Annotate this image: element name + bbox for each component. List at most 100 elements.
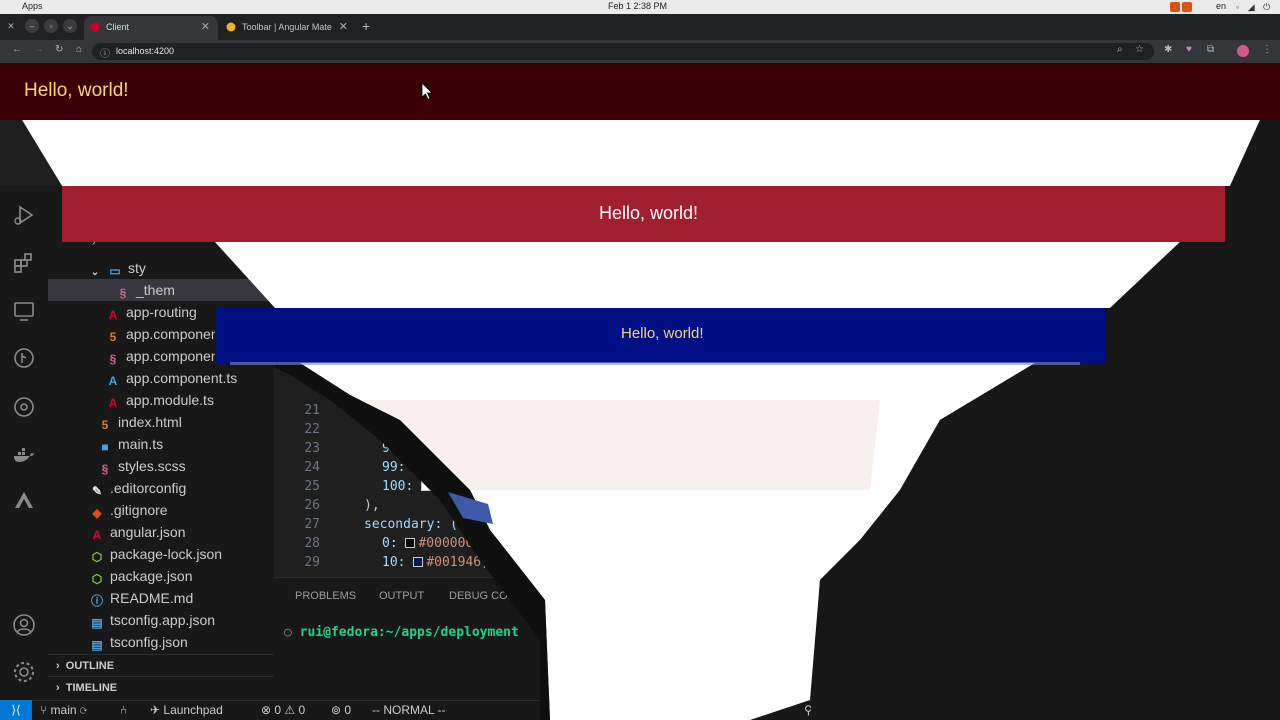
- warning-count: 0: [298, 703, 306, 717]
- new-terminal-icon[interactable]: +⌄: [1157, 586, 1177, 603]
- maximize-panel-icon[interactable]: ⌃: [1224, 586, 1235, 602]
- problems-indicator[interactable]: ⊗ 0 ⚠ 0: [261, 703, 305, 717]
- extension-icon[interactable]: ✱: [1164, 44, 1172, 55]
- file-readme-md[interactable]: ⓘ README.md: [90, 587, 193, 609]
- extensions-icon[interactable]: [12, 251, 36, 275]
- folder-styles[interactable]: ⌄ ▭ sty: [88, 257, 146, 279]
- browser-menu-icon[interactable]: ⋮: [1262, 44, 1272, 55]
- close-panel-icon[interactable]: ✕: [1251, 586, 1262, 602]
- terminal-name: ng: [1184, 617, 1200, 632]
- file-app-component-html[interactable]: 5 app.component.: [106, 323, 227, 345]
- run-debug-icon[interactable]: [12, 203, 36, 227]
- file-gitignore[interactable]: ◆ .gitignore: [90, 499, 167, 521]
- terminal-prompt[interactable]: ○ rui@fedora:~/apps/deployment: [284, 625, 519, 640]
- tab-output[interactable]: OUTPUT: [379, 590, 424, 602]
- remote-indicator-icon[interactable]: ⟩⟨: [0, 700, 32, 720]
- file-editorconfig[interactable]: ✎ .editorconfig: [90, 477, 186, 499]
- timeline-section[interactable]: › TIMELINE: [48, 676, 274, 698]
- encoding[interactable]: UTF-8: [1120, 703, 1154, 717]
- file-package-json[interactable]: ⬡ package.json: [90, 565, 193, 587]
- activity-bar: [0, 63, 48, 700]
- launchpad-button[interactable]: ✈ Launchpad: [150, 703, 223, 717]
- site-info-icon[interactable]: ⓘ: [100, 45, 110, 60]
- line-number: 28: [304, 536, 320, 551]
- tab-client[interactable]: Client ✕: [84, 16, 218, 40]
- extension-heart-icon[interactable]: ♥: [1186, 44, 1192, 55]
- file-tsconfig-app-json[interactable]: ▤ tsconfig.app.json: [90, 609, 215, 631]
- docker-icon[interactable]: [12, 443, 36, 467]
- terminal-ng[interactable]: ⬢ ng client: [1160, 614, 1280, 636]
- more-actions-icon[interactable]: ···: [1197, 586, 1211, 602]
- git-graph-icon[interactable]: [12, 346, 36, 370]
- tab-title: Client: [106, 22, 130, 32]
- system-tray-icons[interactable]: ◦ ◢ ⏻: [1236, 2, 1273, 13]
- tab-problems[interactable]: PROBLEMS: [295, 590, 356, 602]
- profile-avatar[interactable]: [1237, 45, 1249, 57]
- keyboard-layout[interactable]: en: [1216, 1, 1226, 11]
- indentation[interactable]: Spaces: 2: [1047, 703, 1100, 717]
- close-tab-icon[interactable]: ✕: [339, 20, 348, 33]
- zoom-icon[interactable]: ⌕: [1117, 44, 1123, 55]
- code-editor[interactable]: [274, 63, 1280, 577]
- new-tab-icon[interactable]: +: [362, 18, 370, 34]
- source-control-icon[interactable]: [12, 156, 36, 180]
- address-bar[interactable]: ⓘ localhost:4200: [92, 43, 1154, 60]
- close-tab-icon[interactable]: ✕: [201, 20, 210, 33]
- info-icon: ⓘ: [90, 594, 103, 608]
- color-swatch[interactable]: [413, 557, 424, 567]
- tab-toolbar-docs[interactable]: Toolbar | Angular Mate ✕: [220, 16, 356, 40]
- color-swatch[interactable]: [421, 481, 432, 491]
- minimize-window-icon[interactable]: –: [25, 19, 39, 33]
- settings-gear-icon[interactable]: [12, 660, 36, 684]
- line-number: 24: [304, 460, 320, 475]
- file-tsconfig-json[interactable]: ▤ tsconfig.json: [90, 631, 188, 653]
- branch-indicator[interactable]: ⑂ main ⟳: [40, 703, 87, 717]
- back-icon[interactable]: ←: [12, 44, 22, 55]
- maximize-window-icon[interactable]: ▫: [44, 19, 58, 33]
- stop-record-icon[interactable]: [1182, 2, 1192, 12]
- remote-explorer-icon[interactable]: [12, 299, 36, 323]
- file-styles-scss[interactable]: § styles.scss: [98, 455, 186, 477]
- launchpad-label: Launchpad: [163, 703, 223, 717]
- commit-icon: ⚲: [804, 703, 816, 717]
- angular-console-icon[interactable]: [12, 490, 36, 514]
- bookmark-star-icon[interactable]: ☆: [1135, 44, 1144, 55]
- system-clock[interactable]: Feb 1 2:38 PM: [608, 1, 667, 11]
- account-icon[interactable]: [12, 613, 36, 637]
- line-endings[interactable]: LF: [1172, 703, 1186, 717]
- file-app-routing[interactable]: Aapp-routing: [106, 301, 197, 323]
- url-text: localhost:4200: [116, 46, 175, 56]
- apps-menu[interactable]: Apps: [22, 1, 43, 11]
- file-label: index.html: [118, 414, 182, 430]
- git-graph-status-icon[interactable]: ⑃: [120, 703, 127, 717]
- language-mode[interactable]: SCSS: [1203, 703, 1236, 717]
- close-window-icon[interactable]: ✕: [4, 19, 18, 33]
- gitlens-icon[interactable]: [12, 395, 36, 419]
- file-app-component-ts[interactable]: Aapp.component.ts: [106, 367, 238, 389]
- ports-count: 0: [344, 703, 352, 717]
- color-swatch[interactable]: [405, 538, 416, 548]
- forward-icon[interactable]: →: [34, 44, 44, 55]
- extensions-puzzle-icon[interactable]: ⧉: [1207, 44, 1214, 55]
- file-app-component-scss[interactable]: § app.component.scss: [106, 345, 255, 367]
- file-theme-scss[interactable]: § _them: [48, 279, 274, 301]
- file-angular-json[interactable]: Aangular.json: [90, 521, 186, 543]
- cursor-position[interactable]: Ln 11, Col 9: [961, 703, 1025, 717]
- collapsed-folder-chevron-icon[interactable]: ›: [92, 237, 95, 248]
- reload-icon[interactable]: ↻: [55, 44, 63, 55]
- file-app-module-ts[interactable]: Aapp.module.ts: [106, 389, 214, 411]
- git-blame[interactable]: ⚲ You, 2 days ago: [804, 703, 902, 717]
- file-main-ts[interactable]: ■ main.ts: [98, 433, 163, 455]
- tab-search-icon[interactable]: ⌄: [63, 19, 77, 33]
- home-icon[interactable]: ⌂: [76, 44, 82, 55]
- outline-label: OUTLINE: [65, 660, 115, 672]
- outline-section[interactable]: › OUTLINE: [48, 654, 274, 676]
- chevron-right-icon: ›: [56, 682, 66, 694]
- tab-debug-console[interactable]: DEBUG CONS: [449, 590, 523, 602]
- terminal-bash[interactable]: ⬢ bash client: [1160, 636, 1280, 658]
- zoom-search-icon[interactable]: ⌕: [928, 703, 935, 718]
- file-index-html[interactable]: 5 index.html: [98, 411, 182, 433]
- file-package-lock-json[interactable]: ⬡ package-lock.json: [90, 543, 222, 565]
- notifications-bell-icon[interactable]: 🔔︎: [1251, 703, 1266, 717]
- ports-indicator[interactable]: ⊚ 0: [331, 703, 351, 717]
